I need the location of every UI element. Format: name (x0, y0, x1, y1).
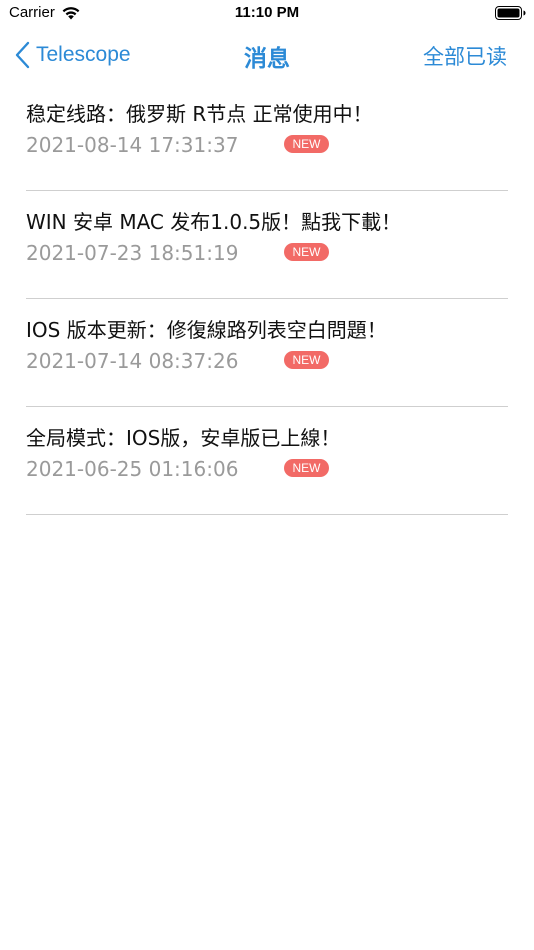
message-title: WIN 安卓 MAC 发布1.0.5版！點我下載！ (26, 210, 402, 234)
message-date: 2021-06-25 01:16:06 (26, 457, 239, 481)
divider (26, 514, 508, 515)
status-time: 11:10 PM (234, 4, 300, 21)
message-date: 2021-07-23 18:51:19 (26, 241, 239, 265)
message-title: 稳定线路：俄罗斯 R节点 正常使用中！ (26, 102, 373, 126)
list-item[interactable]: WIN 安卓 MAC 发布1.0.5版！點我下載！ 2021-07-23 18:… (0, 191, 534, 299)
list-item[interactable]: 稳定线路：俄罗斯 R节点 正常使用中！ 2021-08-14 17:31:37 … (0, 83, 534, 191)
list-item[interactable]: 全局模式：IOS版，安卓版已上線！ 2021-06-25 01:16:06 NE… (0, 407, 534, 515)
new-badge: NEW (284, 351, 329, 369)
navigation-bar: Telescope 消息 全部已读 (0, 30, 534, 80)
list-item[interactable]: IOS 版本更新：修復線路列表空白問題！ 2021-07-14 08:37:26… (0, 299, 534, 407)
message-date: 2021-07-14 08:37:26 (26, 349, 239, 373)
mark-all-read-button[interactable]: 全部已读 (423, 41, 507, 71)
message-title: IOS 版本更新：修復線路列表空白問題！ (26, 318, 387, 342)
battery-icon (495, 6, 526, 20)
message-title: 全局模式：IOS版，安卓版已上線！ (26, 426, 341, 450)
message-date: 2021-08-14 17:31:37 (26, 133, 239, 157)
message-list: 稳定线路：俄罗斯 R节点 正常使用中！ 2021-08-14 17:31:37 … (0, 83, 534, 515)
new-badge: NEW (284, 243, 329, 261)
new-badge: NEW (284, 135, 329, 153)
status-bar: Carrier 11:10 PM (0, 0, 534, 30)
new-badge: NEW (284, 459, 329, 477)
